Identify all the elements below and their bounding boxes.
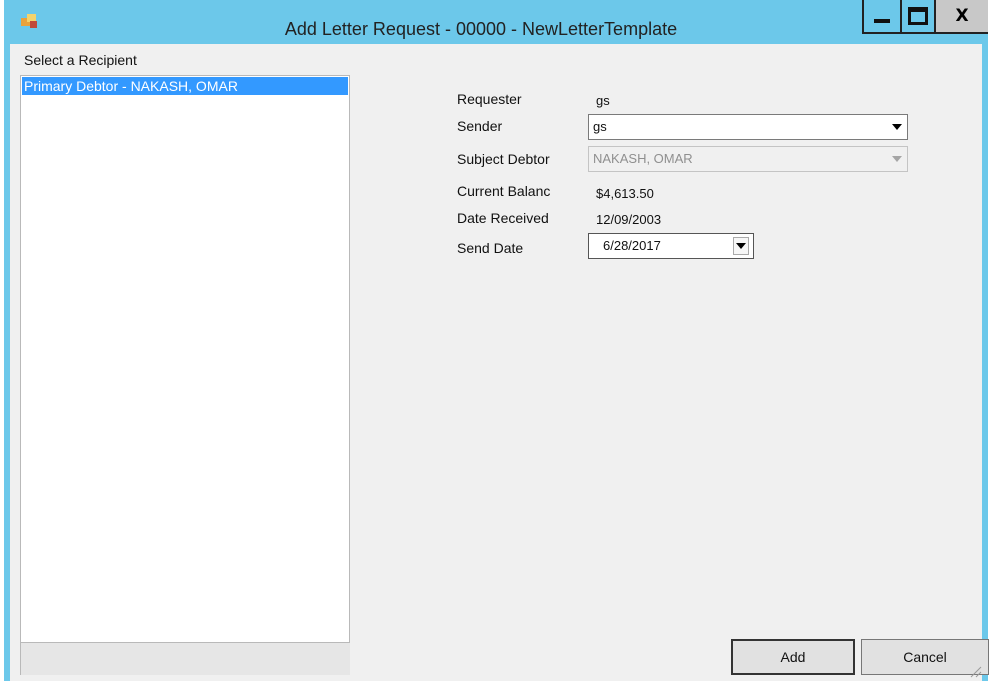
- recipient-list[interactable]: Primary Debtor - NAKASH, OMAR: [20, 75, 350, 643]
- date-received-label: Date Received: [457, 210, 549, 226]
- recipient-group-label: Select a Recipient: [24, 52, 137, 68]
- add-button[interactable]: Add: [731, 639, 855, 675]
- minimize-button[interactable]: [862, 0, 900, 34]
- maximize-icon: [908, 7, 928, 25]
- calendar-dropdown-icon[interactable]: [733, 237, 749, 255]
- window-title: Add Letter Request - 00000 - NewLetterTe…: [284, 19, 678, 39]
- subject-debtor-value: NAKASH, OMAR: [593, 151, 693, 166]
- sender-label: Sender: [457, 118, 503, 134]
- list-footer: [20, 643, 350, 675]
- chevron-down-icon[interactable]: [889, 118, 905, 136]
- window-border-right: [982, 44, 988, 681]
- window-border-left: [4, 44, 10, 681]
- recipient-item-primary-debtor[interactable]: Primary Debtor - NAKASH, OMAR: [22, 77, 348, 95]
- requester-label: Requester: [457, 91, 522, 107]
- current-balance-value: $4,613.50: [596, 186, 654, 201]
- sender-dropdown[interactable]: gs: [588, 114, 908, 140]
- sender-value: gs: [593, 119, 607, 134]
- send-date-value[interactable]: 6/28/2017: [603, 238, 661, 253]
- resize-grip-icon[interactable]: [968, 664, 982, 678]
- date-received-value: 12/09/2003: [596, 212, 662, 227]
- send-date-picker[interactable]: 6/28/2017: [588, 233, 754, 259]
- close-button[interactable]: X: [936, 0, 988, 34]
- title-bar[interactable]: Add Letter Request - 00000 - NewLetterTe…: [4, 0, 988, 44]
- dialog-window: Add Letter Request - 00000 - NewLetterTe…: [4, 0, 989, 681]
- maximize-button[interactable]: [900, 0, 936, 34]
- send-date-label: Send Date: [457, 240, 524, 256]
- requester-value: gs: [596, 93, 610, 108]
- subject-debtor-dropdown: NAKASH, OMAR: [588, 146, 908, 172]
- close-icon: X: [955, 6, 969, 26]
- chevron-down-icon: [889, 150, 905, 168]
- minimize-icon: [874, 19, 890, 23]
- current-balance-label: Current Balanc: [457, 183, 551, 199]
- subject-debtor-label: Subject Debtor: [457, 151, 550, 167]
